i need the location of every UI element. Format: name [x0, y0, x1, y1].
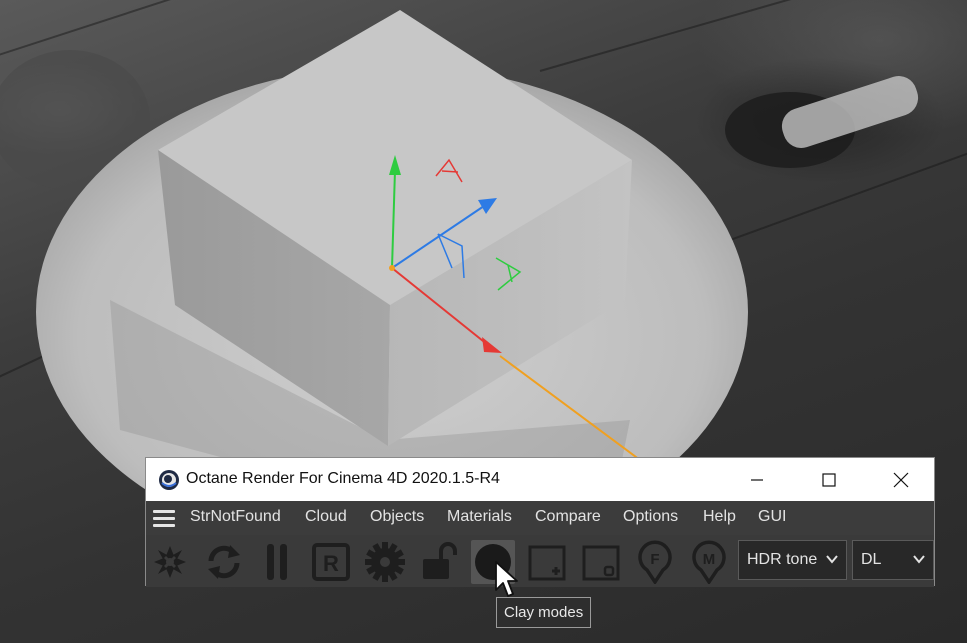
maximize-button[interactable]	[806, 458, 852, 501]
render-region-icon: R	[312, 543, 350, 581]
chevron-down-icon	[826, 555, 838, 564]
svg-text:F: F	[650, 551, 659, 568]
clay-mode-tooltip: Clay modes	[496, 597, 592, 628]
gizmo-origin	[389, 265, 395, 271]
minimize-icon	[751, 478, 763, 481]
window-title: Octane Render For Cinema 4D 2020.1.5-R4	[186, 470, 500, 487]
menu-help[interactable]: Help	[703, 508, 736, 526]
add-region-icon	[528, 545, 566, 581]
focus-pick-icon: F	[638, 540, 672, 584]
lock-button[interactable]	[417, 540, 461, 584]
close-button[interactable]	[878, 458, 924, 501]
pick-region-button[interactable]	[579, 540, 623, 584]
render-toolbar: R F M HDR tone DL	[146, 535, 934, 587]
chevron-down-icon	[913, 555, 925, 564]
render-kernel-value: DL	[861, 551, 882, 568]
mouse-cursor-icon	[495, 561, 518, 597]
render-kernel-dropdown[interactable]: DL	[852, 540, 934, 580]
settings-button[interactable]	[363, 540, 407, 584]
start-render-button[interactable]	[148, 540, 192, 584]
tone-mapping-dropdown[interactable]: HDR tone	[738, 540, 847, 580]
menu-objects[interactable]: Objects	[370, 508, 424, 526]
hamburger-menu-icon[interactable]	[153, 510, 175, 527]
settings-gear-icon	[365, 542, 405, 582]
menu-options[interactable]: Options	[623, 508, 678, 526]
octane-render-window[interactable]: Octane Render For Cinema 4D 2020.1.5-R4 …	[145, 457, 935, 587]
menu-cloud[interactable]: Cloud	[305, 508, 347, 526]
menu-strnotfound[interactable]: StrNotFound	[190, 508, 281, 526]
pause-icon	[267, 544, 287, 580]
tone-mapping-value: HDR tone	[747, 551, 818, 568]
menu-gui[interactable]: GUI	[758, 508, 786, 526]
maximize-icon	[822, 472, 836, 487]
svg-text:R: R	[323, 551, 339, 576]
menu-compare[interactable]: Compare	[535, 508, 601, 526]
pause-render-button[interactable]	[255, 540, 299, 584]
render-region-button[interactable]: R	[309, 540, 353, 584]
window-titlebar[interactable]: Octane Render For Cinema 4D 2020.1.5-R4	[146, 458, 934, 501]
material-pick-icon: M	[692, 540, 726, 584]
cinema4d-app-icon	[159, 470, 179, 490]
material-picker-button[interactable]: M	[687, 540, 731, 584]
unlock-icon	[423, 542, 457, 579]
menu-materials[interactable]: Materials	[447, 508, 512, 526]
restart-render-button[interactable]	[202, 540, 246, 584]
close-icon	[893, 472, 909, 487]
menu-bar: StrNotFound Cloud Objects Materials Comp…	[146, 501, 934, 535]
minimize-button[interactable]	[734, 458, 780, 501]
svg-text:M: M	[703, 551, 716, 568]
add-region-button[interactable]	[525, 540, 569, 584]
refresh-icon	[208, 545, 240, 579]
subtract-region-icon	[582, 545, 620, 581]
octane-logo-icon	[154, 546, 186, 578]
focus-picker-button[interactable]: F	[633, 540, 677, 584]
